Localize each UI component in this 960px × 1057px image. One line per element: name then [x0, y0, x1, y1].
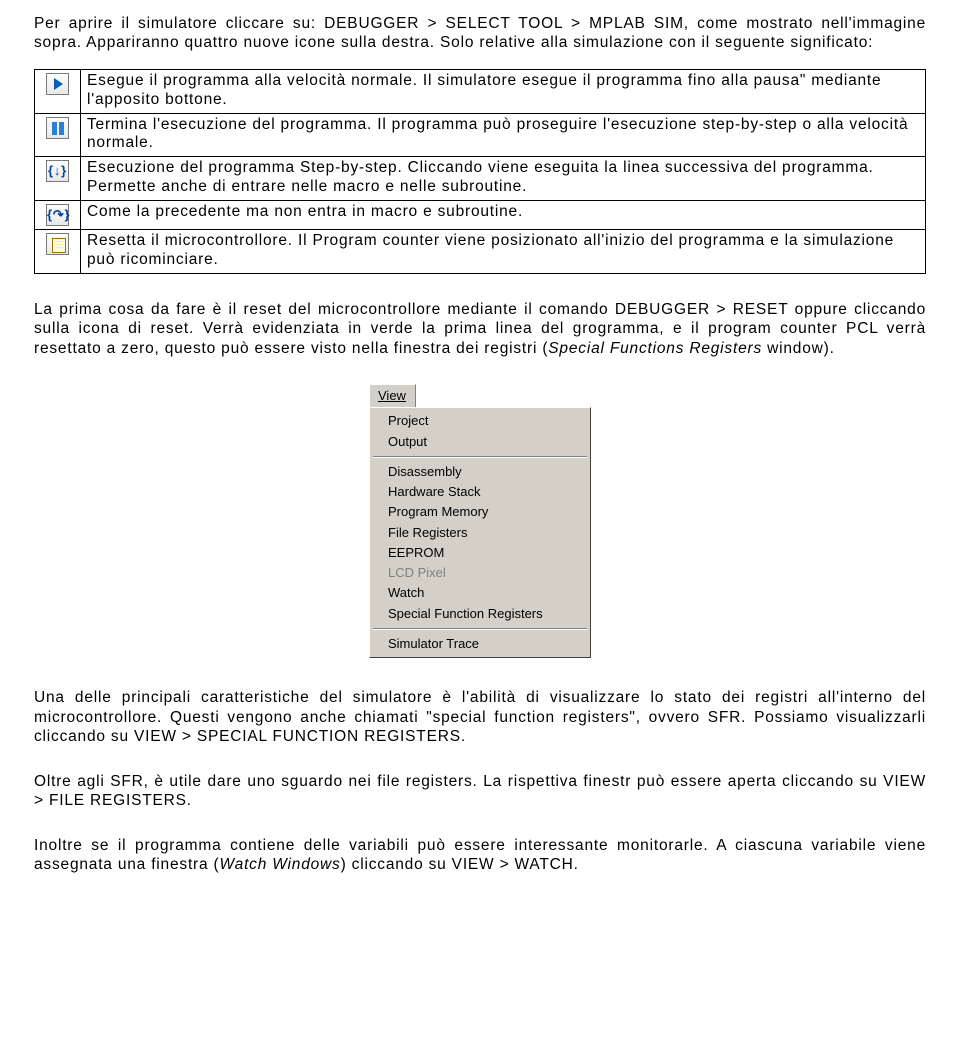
- menu-item-disassembly[interactable]: Disassembly: [370, 462, 590, 482]
- icon-cell: [35, 69, 81, 113]
- italic-text: Watch Windows: [220, 856, 341, 873]
- step-over-icon: [46, 204, 69, 226]
- menu-separator: [373, 456, 587, 458]
- file-registers-paragraph: Oltre agli SFR, è utile dare uno sguardo…: [34, 772, 926, 811]
- sfr-paragraph: Una delle principali caratteristiche del…: [34, 688, 926, 746]
- menu-item-sfr[interactable]: Special Function Registers: [370, 604, 590, 624]
- menu-item-output[interactable]: Output: [370, 432, 590, 452]
- icon-description: Termina l'esecuzione del programma. Il p…: [81, 113, 926, 157]
- icon-cell: [35, 157, 81, 201]
- menu-item-eeprom[interactable]: EEPROM: [370, 543, 590, 563]
- watch-paragraph: Inoltre se il programma contiene delle v…: [34, 836, 926, 875]
- intro-paragraph: Per aprire il simulatore cliccare su: DE…: [34, 14, 926, 53]
- menu-item-lcd-pixel: LCD Pixel: [370, 563, 590, 583]
- view-menu-screenshot: View Project Output Disassembly Hardware…: [34, 384, 926, 658]
- menu-separator: [373, 628, 587, 630]
- icon-description: Resetta il microcontrollore. Il Program …: [81, 230, 926, 274]
- table-row: Esecuzione del programma Step-by-step. C…: [35, 157, 926, 201]
- menu-item-watch[interactable]: Watch: [370, 583, 590, 603]
- text: window).: [762, 340, 835, 357]
- menu-item-simulator-trace[interactable]: Simulator Trace: [370, 634, 590, 654]
- menu-item-file-registers[interactable]: File Registers: [370, 523, 590, 543]
- debugger-icons-table: Esegue il programma alla velocità normal…: [34, 69, 926, 274]
- icon-cell: [35, 113, 81, 157]
- table-row: Termina l'esecuzione del programma. Il p…: [35, 113, 926, 157]
- table-row: Come la precedente ma non entra in macro…: [35, 201, 926, 230]
- step-into-icon: [46, 160, 69, 182]
- text: ) cliccando su VIEW > WATCH.: [341, 856, 579, 873]
- run-icon: [46, 73, 69, 95]
- pause-icon: [46, 117, 69, 139]
- reset-icon: [46, 233, 69, 255]
- menu-dropdown: Project Output Disassembly Hardware Stac…: [369, 407, 591, 658]
- menu-item-hardware-stack[interactable]: Hardware Stack: [370, 482, 590, 502]
- table-row: Resetta il microcontrollore. Il Program …: [35, 230, 926, 274]
- menu-tab-view[interactable]: View: [369, 384, 416, 407]
- menu-item-program-memory[interactable]: Program Memory: [370, 502, 590, 522]
- icon-description: Esecuzione del programma Step-by-step. C…: [81, 157, 926, 201]
- icon-description: Come la precedente ma non entra in macro…: [81, 201, 926, 230]
- icon-cell: [35, 230, 81, 274]
- italic-text: Special Functions Registers: [548, 340, 762, 357]
- reset-paragraph: La prima cosa da fare è il reset del mic…: [34, 300, 926, 358]
- icon-description: Esegue il programma alla velocità normal…: [81, 69, 926, 113]
- icon-cell: [35, 201, 81, 230]
- menu-item-project[interactable]: Project: [370, 411, 590, 431]
- table-row: Esegue il programma alla velocità normal…: [35, 69, 926, 113]
